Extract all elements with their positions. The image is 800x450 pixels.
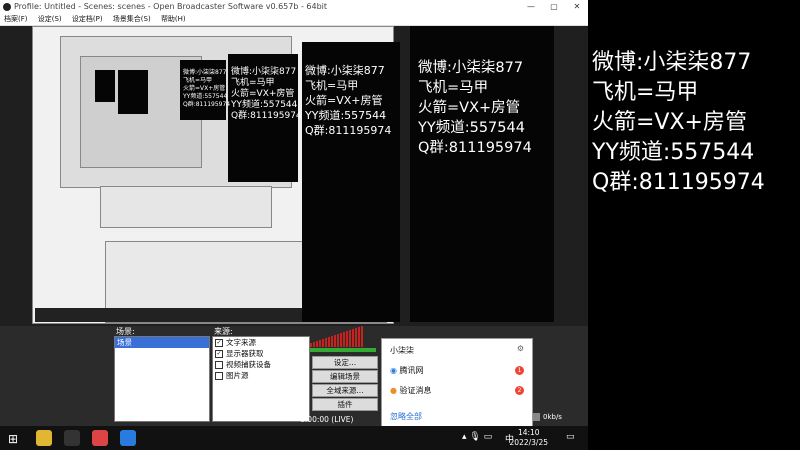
tencent-icon: ◉ — [390, 366, 397, 375]
audio-meter — [310, 326, 364, 348]
scenes-list[interactable]: 场景 — [114, 336, 210, 422]
maximize-button[interactable]: ▢ — [543, 0, 565, 14]
scene-item[interactable]: 场景 — [115, 337, 209, 348]
badge: 2 — [515, 386, 524, 395]
notification-icon[interactable]: ▭ — [566, 432, 575, 442]
close-button[interactable]: ✕ — [566, 0, 588, 14]
edit-scene-button[interactable]: 编辑场景 — [312, 370, 378, 383]
checkbox[interactable] — [215, 372, 223, 380]
windows-start-icon[interactable]: ⊞ — [8, 432, 18, 446]
checkbox[interactable] — [215, 361, 223, 369]
overlay-box-s — [118, 70, 148, 114]
source-item[interactable]: 视频捕获设备 — [215, 359, 309, 370]
obs-app-icon[interactable] — [64, 430, 80, 446]
verify-icon: ● — [390, 386, 397, 395]
gear-icon[interactable]: ⚙ — [517, 344, 524, 353]
status-indicator — [532, 413, 540, 421]
source-item[interactable]: 图片源 — [215, 370, 309, 381]
popup-item[interactable]: ● 验证消息 — [390, 385, 432, 396]
minimize-button[interactable]: — — [520, 0, 542, 14]
taskbar: ⊞ ▴ 🎙 ▭ 中 14:10 2022/3/25 ▭ — [0, 426, 588, 450]
notification-popup[interactable]: 小柒柒 ⚙ ◉ 腾讯网 1 ● 验证消息 2 忽略全部 — [381, 338, 533, 428]
bitrate: 0kb/s — [543, 413, 562, 421]
plugins-button[interactable]: 插件 — [312, 398, 378, 411]
menu-help[interactable]: 帮助(H) — [161, 15, 186, 23]
menu-settings[interactable]: 设定(S) — [38, 15, 62, 23]
volume-slider[interactable] — [310, 348, 376, 352]
overlay-text-level4: 微博:小柒柒877 飞机=马甲 火箭=VX+房管 YY频道:557544 Q群:8111… — [231, 67, 302, 121]
title-bar: Profile: Untitled - Scenes: scenes - Ope… — [0, 0, 588, 14]
clock[interactable]: 14:10 2022/3/25 — [510, 428, 548, 448]
overlay-text-level2: 微博:小柒柒877 飞机=马甲 火箭=VX+房管 YY频道:557544 Q群:8111… — [418, 60, 532, 156]
app-icon-1[interactable] — [36, 430, 52, 446]
sources-list[interactable]: ✓ 文字来源 ✓ 显示器获取 视频捕获设备 图片源 — [212, 336, 310, 422]
checkbox[interactable]: ✓ — [215, 350, 223, 358]
menu-file[interactable]: 档案(F) — [4, 15, 28, 23]
overlay-text-main: 微博:小柒柒877 飞机=马甲 火箭=VX+房管 YY频道:557544 Q群:8111… — [592, 50, 765, 195]
qq-app-icon[interactable] — [120, 430, 136, 446]
menu-scene-collection[interactable]: 场景集合(S) — [113, 15, 151, 23]
overlay-box-xs — [95, 70, 115, 102]
popup-title: 小柒柒 — [390, 346, 414, 355]
source-item[interactable]: ✓ 显示器获取 — [215, 348, 309, 359]
checkbox[interactable]: ✓ — [215, 339, 223, 347]
obs-logo-icon — [3, 3, 11, 11]
overlay-text-level5: 微博:小柒柒877 飞机=马甲 火箭=VX+房管 YY频道:557544 Q群:8111… — [183, 69, 231, 108]
popup-item[interactable]: ◉ 腾讯网 — [390, 365, 424, 376]
ignore-all-link[interactable]: 忽略全部 — [390, 411, 422, 422]
menu-profile[interactable]: 设定档(P) — [72, 15, 103, 23]
browser-app-icon[interactable] — [92, 430, 108, 446]
settings-button[interactable]: 设定... — [312, 356, 378, 369]
menu-bar: 档案(F) 设定(S) 设定档(P) 场景集合(S) 帮助(H) — [0, 14, 588, 26]
window-title: Profile: Untitled - Scenes: scenes - Ope… — [14, 2, 328, 11]
stream-time: 0:00:00 (LIVE) — [300, 415, 354, 424]
badge: 1 — [515, 366, 524, 375]
tray-icons[interactable]: ▴ 🎙 ▭ — [462, 432, 492, 442]
source-item[interactable]: ✓ 文字来源 — [215, 337, 309, 348]
overlay-text-level3: 微博:小柒柒877 飞机=马甲 火箭=VX+房管 YY频道:557544 Q群:8111… — [305, 64, 392, 137]
nested-panels-small — [100, 186, 272, 228]
global-sources-button[interactable]: 全域来源... — [312, 384, 378, 397]
